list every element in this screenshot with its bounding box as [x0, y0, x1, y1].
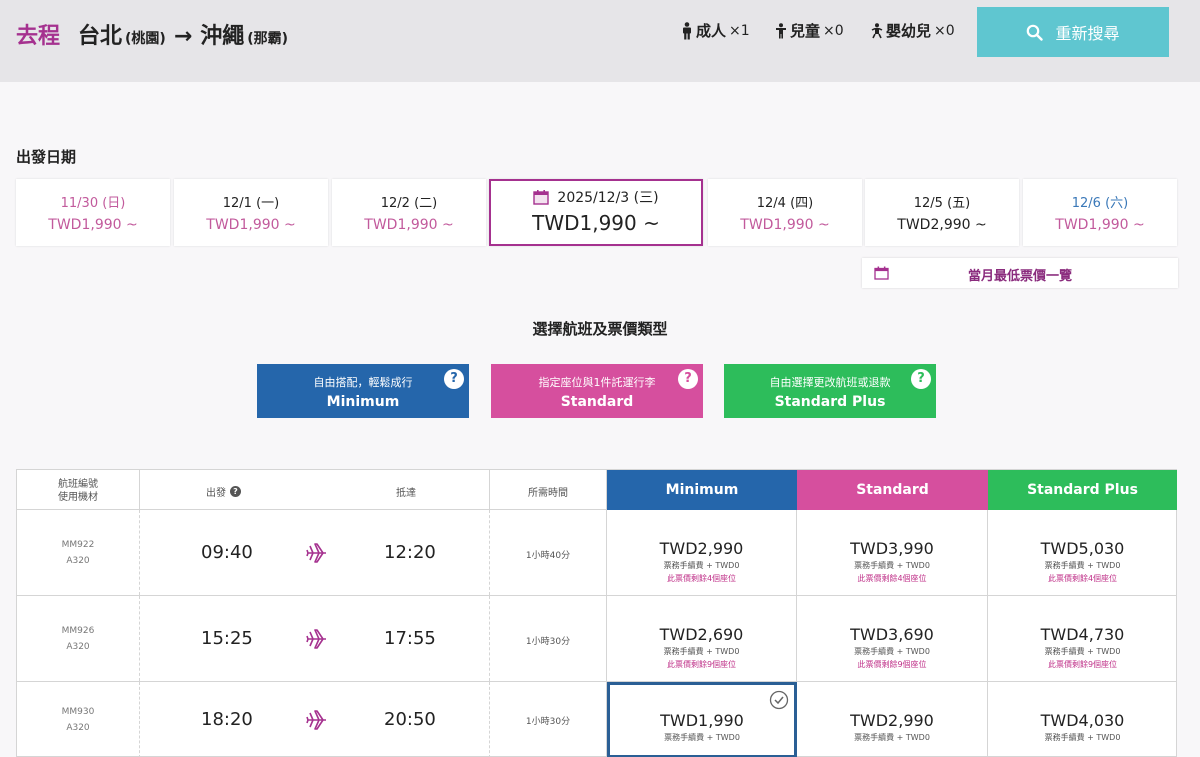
origin-city: 台北 [78, 24, 123, 49]
passenger-child: 兒童 ×0 [775, 20, 844, 41]
fare-type-standard-plus: 自由選擇更改航班或退款 Standard Plus ? [724, 364, 936, 418]
fare-type-minimum: 自由搭配，輕鬆成行 Minimum ? [257, 364, 469, 418]
flight-table: 航班編號 使用機材 出發? 抵達 所需時間 Minimum Standard S… [16, 469, 1177, 757]
search-icon [1027, 24, 1044, 41]
direction-label: 去程 [16, 24, 61, 49]
departure-time: 15:25 [201, 628, 253, 649]
check-circle-icon [769, 690, 789, 710]
departure-time: 18:20 [201, 709, 253, 730]
table-row: MM930 A320 18:20 20:50 1小時30分 TWD1,990 票… [17, 682, 1177, 757]
flight-number: MM930 [61, 707, 95, 717]
fare-option-minimum[interactable]: TWD2,990 票務手續費 + TWD0 此票價剩餘4個座位 [607, 510, 797, 595]
monthly-lowest-fare-button[interactable]: 當月最低票價一覽 [862, 258, 1178, 288]
destination-airport: (那霸) [247, 31, 289, 47]
header-standard-plus: Standard Plus [988, 470, 1177, 510]
help-icon[interactable]: ? [678, 369, 698, 389]
date-card-1130[interactable]: 11/30 (日) TWD1,990 ~ [16, 179, 170, 246]
fare-option-minimum-selected[interactable]: TWD1,990 票務手續費 + TWD0 [607, 682, 797, 757]
airplane-icon [306, 629, 326, 649]
fare-option-standard-plus[interactable]: TWD5,030 票務手續費 + TWD0 此票價剩餘4個座位 [988, 510, 1177, 595]
header-flight-aircraft: 航班編號 使用機材 [17, 470, 140, 510]
fare-option-standard[interactable]: TWD2,990 票務手續費 + TWD0 [797, 682, 988, 757]
fare-type-standard: 指定座位與1件託運行李 Standard ? [491, 364, 703, 418]
select-flight-title: 選擇航班及票價類型 [532, 320, 668, 338]
table-row: MM926 A320 15:25 17:55 1小時30分 TWD2,690 票… [17, 596, 1177, 682]
destination-city: 沖繩 [200, 24, 245, 49]
flight-duration: 1小時40分 [490, 510, 607, 595]
child-icon [776, 22, 786, 38]
departure-date-label: 出發日期 [16, 148, 77, 166]
arrival-time: 20:50 [384, 709, 436, 730]
date-card-1203-selected[interactable]: 2025/12/3 (三) TWD1,990 ~ [489, 179, 703, 246]
header-times: 出發? 抵達 [140, 470, 490, 510]
header-duration: 所需時間 [490, 470, 607, 510]
table-row: MM922 A320 09:40 12:20 1小時40分 TWD2,990 票… [17, 510, 1177, 596]
aircraft-type: A320 [66, 723, 90, 733]
infant-icon [871, 22, 883, 38]
date-card-1204[interactable]: 12/4 (四) TWD1,990 ~ [708, 179, 862, 246]
airplane-icon [306, 543, 326, 563]
aircraft-type: A320 [66, 556, 90, 566]
adult-icon [683, 21, 691, 39]
passenger-infant: 嬰幼兒 ×0 [871, 20, 955, 41]
header-minimum: Minimum [607, 470, 797, 510]
route-arrow-icon: → [173, 24, 193, 49]
help-icon[interactable]: ? [444, 369, 464, 389]
help-icon[interactable]: ? [230, 486, 241, 497]
header-standard: Standard [797, 470, 988, 510]
date-card-1201[interactable]: 12/1 (一) TWD1,990 ~ [174, 179, 328, 246]
flight-duration: 1小時30分 [490, 596, 607, 681]
arrival-time: 12:20 [384, 542, 436, 563]
research-button[interactable]: 重新搜尋 [977, 7, 1169, 57]
flight-number: MM926 [61, 626, 95, 636]
fare-option-standard[interactable]: TWD3,990 票務手續費 + TWD0 此票價剩餘4個座位 [797, 510, 988, 595]
date-card-1205[interactable]: 12/5 (五) TWD2,990 ~ [865, 179, 1019, 246]
fare-option-standard-plus[interactable]: TWD4,030 票務手續費 + TWD0 [988, 682, 1177, 757]
passenger-adult: 成人 ×1 [681, 20, 750, 41]
date-card-1206[interactable]: 12/6 (六) TWD1,990 ~ [1023, 179, 1177, 246]
airplane-icon [306, 710, 326, 730]
flight-duration: 1小時30分 [490, 682, 607, 757]
flight-number: MM922 [61, 540, 95, 550]
arrival-time: 17:55 [384, 628, 436, 649]
fare-option-minimum[interactable]: TWD2,690 票務手續費 + TWD0 此票價剩餘9個座位 [607, 596, 797, 681]
aircraft-type: A320 [66, 642, 90, 652]
route-title: 去程 台北 (桃園) → 沖繩 (那霸) [16, 18, 288, 50]
date-card-1202[interactable]: 12/2 (二) TWD1,990 ~ [332, 179, 486, 246]
fare-option-standard-plus[interactable]: TWD4,730 票務手續費 + TWD0 此票價剩餘9個座位 [988, 596, 1177, 681]
search-summary-header: 去程 台北 (桃園) → 沖繩 (那霸) 成人 ×1 兒童 ×0 嬰幼兒 ×0 重新搜… [0, 0, 1200, 82]
calendar-icon [533, 190, 550, 205]
fare-option-standard[interactable]: TWD3,690 票務手續費 + TWD0 此票價剩餘9個座位 [797, 596, 988, 681]
help-icon[interactable]: ? [911, 369, 931, 389]
origin-airport: (桃園) [125, 31, 166, 47]
departure-time: 09:40 [201, 542, 253, 563]
